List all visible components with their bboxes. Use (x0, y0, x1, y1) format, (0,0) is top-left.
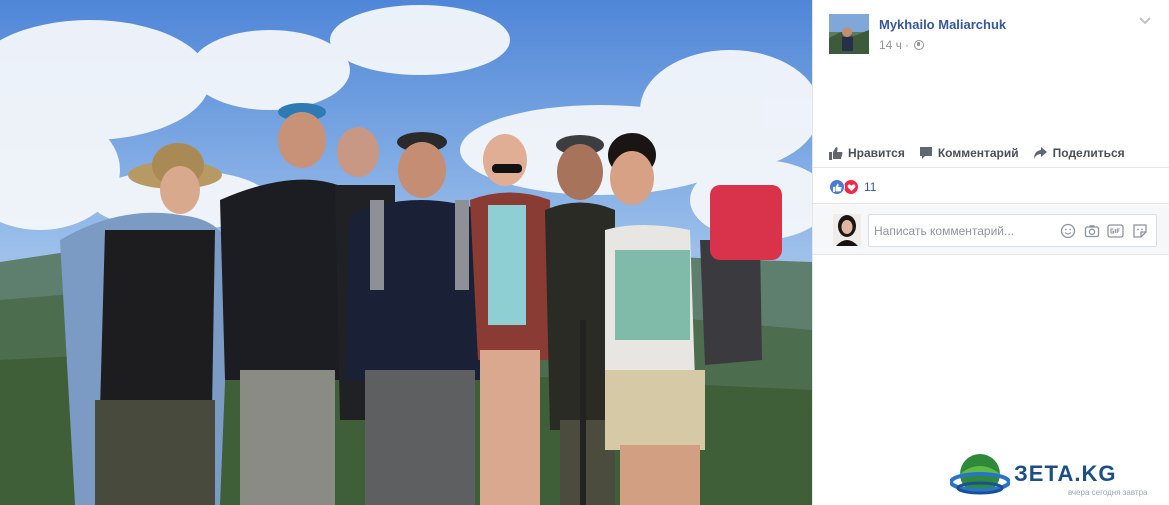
love-reaction-icon (843, 179, 859, 195)
author-avatar[interactable] (829, 14, 869, 54)
comment-tools (1059, 222, 1148, 239)
like-label: Нравится (848, 145, 905, 160)
post-photo[interactable] (0, 0, 812, 505)
like-button[interactable]: Нравится (829, 146, 905, 160)
post-actions-bar: Нравится Комментарий Поделиться (813, 138, 1169, 168)
user-avatar-image (833, 214, 861, 246)
group-photo-image (0, 0, 812, 505)
post-time[interactable]: 14 ч (879, 38, 902, 52)
gif-glyph (1107, 223, 1124, 238)
share-label: Поделиться (1052, 145, 1125, 160)
gif-icon[interactable] (1107, 222, 1124, 239)
comment-input[interactable]: Написать комментарий... (868, 214, 1157, 247)
comment-composer: Написать комментарий... (813, 203, 1169, 255)
emoji-glyph (1060, 223, 1075, 238)
post-meta: 14 ч · (879, 38, 1006, 52)
sticker-icon[interactable] (1131, 222, 1148, 239)
thumbs-up-icon (832, 183, 842, 192)
sticker-glyph (1132, 223, 1147, 238)
watermark-logo: ЗЕТА.KG вчера сегодня завтра (950, 452, 1165, 502)
comment-button[interactable]: Комментарий (919, 146, 1019, 160)
comment-label: Комментарий (937, 145, 1019, 160)
watermark-tagline: вчера сегодня завтра (1068, 488, 1148, 497)
current-user-avatar[interactable] (833, 214, 861, 246)
reactions-summary[interactable]: 11 (829, 179, 876, 195)
reaction-count: 11 (864, 180, 877, 194)
thumbs-up-icon (829, 146, 843, 160)
post-sidebar: Mykhailo Maliarchuk 14 ч · Нравится Комм… (812, 0, 1169, 505)
facebook-photo-viewer: Mykhailo Maliarchuk 14 ч · Нравится Комм… (0, 0, 1169, 505)
chevron-down-icon[interactable] (1139, 17, 1151, 25)
author-name[interactable]: Mykhailo Maliarchuk (879, 17, 1006, 32)
globe-icon (913, 40, 924, 50)
avatar-image (829, 14, 869, 54)
share-button[interactable]: Поделиться (1033, 146, 1125, 160)
globe-logo-icon (950, 454, 1010, 495)
heart-icon (847, 183, 855, 191)
author-info: Mykhailo Maliarchuk 14 ч · (879, 17, 1006, 54)
meta-separator: · (904, 38, 909, 52)
like-reaction-icon (829, 179, 845, 195)
camera-glyph (1084, 224, 1099, 237)
post-header: Mykhailo Maliarchuk 14 ч · (829, 14, 1006, 54)
comment-icon (919, 146, 932, 159)
watermark-brand: ЗЕТА.KG (1014, 461, 1117, 486)
emoji-icon[interactable] (1059, 222, 1076, 239)
share-icon (1033, 146, 1047, 159)
camera-icon[interactable] (1083, 222, 1100, 239)
comment-placeholder: Написать комментарий... (874, 223, 1015, 238)
